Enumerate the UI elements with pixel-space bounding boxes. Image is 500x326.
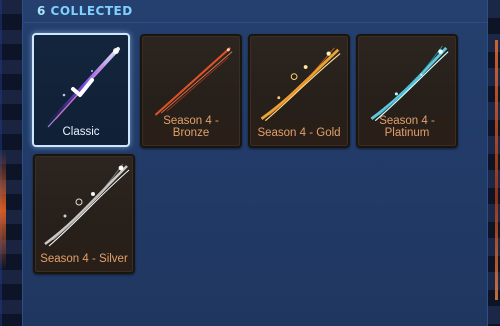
collected-header: 6 COLLECTED	[37, 4, 133, 18]
item-label: Season 4 - Gold	[257, 127, 341, 139]
background-right-edge	[486, 0, 500, 326]
item-tile-season4-platinum[interactable]: Season 4 - Platinum	[356, 34, 458, 148]
item-label: Season 4 - Silver	[40, 253, 128, 265]
inventory-panel: 6 COLLECTED Classic Season 4 - Bronze Se…	[22, 0, 488, 326]
item-tile-season4-silver[interactable]: Season 4 - Silver	[33, 154, 135, 274]
edge-glow-right	[495, 40, 498, 300]
item-tile-season4-bronze[interactable]: Season 4 - Bronze	[140, 34, 242, 148]
header-divider	[23, 22, 487, 23]
item-label: Classic	[62, 126, 100, 138]
collected-label: COLLECTED	[50, 4, 133, 18]
item-label: Season 4 - Platinum	[379, 115, 435, 139]
garage-scene: 6 COLLECTED Classic Season 4 - Bronze Se…	[0, 0, 500, 326]
item-tile-season4-gold[interactable]: Season 4 - Gold	[248, 34, 350, 148]
edge-glow-left	[0, 150, 6, 270]
collected-count: 6	[37, 4, 46, 18]
item-tile-classic[interactable]: Classic	[32, 33, 130, 147]
checkmark-icon	[71, 78, 94, 97]
background-left-edge	[0, 0, 22, 326]
item-label: Season 4 - Bronze	[163, 115, 219, 139]
